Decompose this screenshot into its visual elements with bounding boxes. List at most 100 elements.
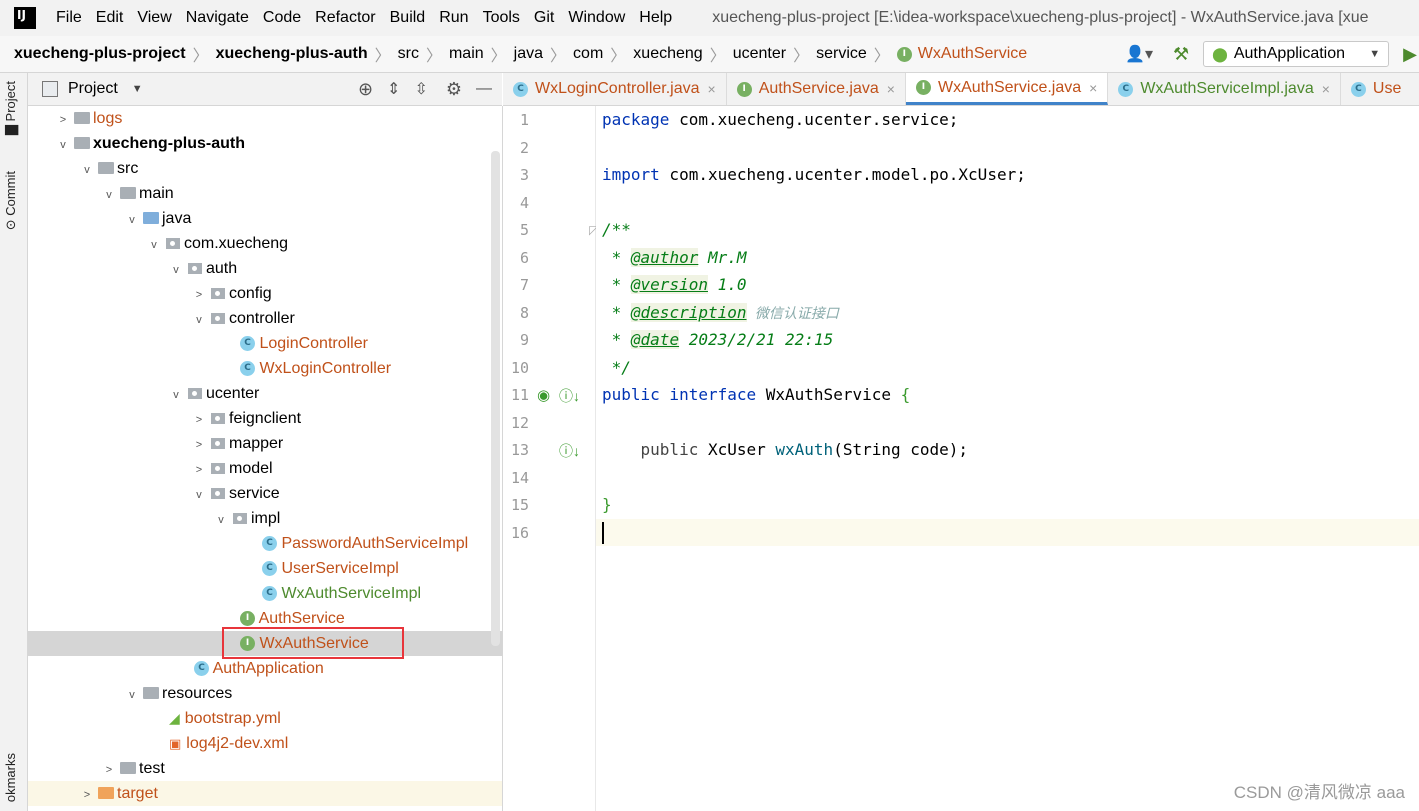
chevron-down-icon[interactable]: v xyxy=(214,508,228,533)
window-title: xuecheng-plus-project [E:\idea-workspace… xyxy=(712,9,1369,26)
locate-icon[interactable]: ⊕ xyxy=(358,79,373,100)
run-icon[interactable]: ▶ xyxy=(1403,44,1417,65)
breadcrumb-file[interactable]: WxAuthService xyxy=(918,45,1027,63)
chevron-down-icon[interactable]: v xyxy=(125,683,139,708)
chevron-down-icon[interactable]: v xyxy=(147,233,161,258)
tab-wx-login-controller[interactable]: C WxLoginController.java × xyxy=(503,73,727,105)
menu-refactor[interactable]: Refactor xyxy=(315,9,375,27)
chevron-down-icon[interactable]: v xyxy=(169,258,183,283)
project-view-select[interactable]: Project xyxy=(68,80,118,98)
package-icon xyxy=(211,488,225,499)
tree-node-config[interactable]: > config xyxy=(28,281,502,306)
tab-user[interactable]: C Use xyxy=(1341,73,1411,105)
tree-node-feignclient[interactable]: > feignclient xyxy=(28,406,502,431)
commit-tool-tab[interactable]: ⊙ Commit xyxy=(3,171,18,230)
breadcrumb-com[interactable]: com xyxy=(573,45,603,63)
tree-node-java[interactable]: v java xyxy=(28,206,502,231)
breadcrumb-service[interactable]: service xyxy=(816,45,867,63)
implemented-icon[interactable]: ◉ xyxy=(537,386,550,404)
tree-node-password-auth-service-impl[interactable]: C PasswordAuthServiceImpl xyxy=(28,531,502,556)
user-account-icon[interactable]: 👤▾ xyxy=(1125,44,1153,64)
tree-node-wx-auth-service-impl[interactable]: C WxAuthServiceImpl xyxy=(28,581,502,606)
close-icon[interactable]: × xyxy=(1089,80,1097,96)
chevron-down-icon[interactable]: v xyxy=(125,208,139,233)
breadcrumb-ucenter[interactable]: ucenter xyxy=(733,45,786,63)
chevron-down-icon[interactable]: v xyxy=(192,483,206,508)
menu-file[interactable]: File xyxy=(56,9,82,27)
tree-node-logs[interactable]: > logs xyxy=(28,106,502,131)
chevron-down-icon[interactable]: v xyxy=(80,158,94,183)
breadcrumb-main[interactable]: main xyxy=(449,45,484,63)
class-icon: C xyxy=(262,561,277,577)
chevron-down-icon[interactable]: v xyxy=(56,133,70,158)
chevron-right-icon[interactable]: > xyxy=(192,283,206,308)
menu-build[interactable]: Build xyxy=(390,9,426,27)
tree-node-module[interactable]: v xuecheng-plus-auth xyxy=(28,131,502,156)
tree-node-bootstrap-yml[interactable]: ◢ bootstrap.yml xyxy=(28,706,502,731)
collapse-all-icon[interactable]: ⇳ xyxy=(414,79,427,99)
go-to-implementation-icon[interactable]: ⓘ↓ xyxy=(559,441,580,461)
menu-git[interactable]: Git xyxy=(534,9,554,27)
chevron-right-icon[interactable]: > xyxy=(192,408,206,433)
menu-window[interactable]: Window xyxy=(568,9,625,27)
code-editor[interactable]: package com.xuecheng.ucenter.service; im… xyxy=(596,106,1419,811)
project-tool-tab[interactable]: ▇ Project xyxy=(3,81,18,135)
run-configuration-select[interactable]: ⬤ AuthApplication ▼ xyxy=(1203,41,1390,67)
hide-panel-icon[interactable]: — xyxy=(476,80,492,98)
tree-node-mapper[interactable]: > mapper xyxy=(28,431,502,456)
expand-all-icon[interactable]: ⇕ xyxy=(387,79,400,99)
tab-wx-auth-service-impl[interactable]: C WxAuthServiceImpl.java × xyxy=(1108,73,1341,105)
chevron-right-icon[interactable]: > xyxy=(192,458,206,483)
close-icon[interactable]: × xyxy=(708,81,716,97)
tree-node-controller[interactable]: v controller xyxy=(28,306,502,331)
tree-node-log4j2-dev-xml[interactable]: ▣ log4j2-dev.xml xyxy=(28,731,502,756)
tree-node-auth-application[interactable]: C AuthApplication xyxy=(28,656,502,681)
menu-help[interactable]: Help xyxy=(639,9,672,27)
tree-node-login-controller[interactable]: C LoginController xyxy=(28,331,502,356)
tree-node-model[interactable]: > model xyxy=(28,456,502,481)
tree-node-src[interactable]: v src xyxy=(28,156,502,181)
tab-auth-service[interactable]: I AuthService.java × xyxy=(727,73,906,105)
package-icon xyxy=(211,413,225,424)
tree-node-service[interactable]: v service xyxy=(28,481,502,506)
tree-node-main[interactable]: v main xyxy=(28,181,502,206)
tree-node-auth[interactable]: v auth xyxy=(28,256,502,281)
breadcrumb-xuecheng[interactable]: xuecheng xyxy=(633,45,702,63)
chevron-down-icon[interactable]: v xyxy=(169,383,183,408)
breadcrumb-java[interactable]: java xyxy=(514,45,543,63)
tab-wx-auth-service[interactable]: I WxAuthService.java × xyxy=(905,73,1109,105)
chevron-right-icon[interactable]: > xyxy=(56,108,70,133)
tree-node-impl[interactable]: v impl xyxy=(28,506,502,531)
close-icon[interactable]: × xyxy=(1322,81,1330,97)
tree-node-com-xuecheng[interactable]: v com.xuecheng xyxy=(28,231,502,256)
tree-scrollbar[interactable] xyxy=(491,151,500,646)
chevron-right-icon[interactable]: > xyxy=(102,758,116,783)
breadcrumb-module[interactable]: xuecheng-plus-auth xyxy=(216,45,368,63)
tree-node-wx-login-controller[interactable]: C WxLoginController xyxy=(28,356,502,381)
breadcrumb-project[interactable]: xuecheng-plus-project xyxy=(14,45,186,63)
tree-node-test[interactable]: > test xyxy=(28,756,502,781)
chevron-down-icon[interactable]: v xyxy=(102,183,116,208)
bookmarks-tool-tab[interactable]: okmarks xyxy=(3,753,18,802)
menu-view[interactable]: View xyxy=(137,9,171,27)
tree-node-ucenter[interactable]: v ucenter xyxy=(28,381,502,406)
chevron-down-icon[interactable]: v xyxy=(192,308,206,333)
menu-edit[interactable]: Edit xyxy=(96,9,124,27)
chevron-right-icon[interactable]: > xyxy=(192,433,206,458)
menu-code[interactable]: Code xyxy=(263,9,301,27)
gear-icon[interactable]: ⚙ xyxy=(446,79,462,100)
breadcrumb-src[interactable]: src xyxy=(398,45,419,63)
tree-node-user-service-impl[interactable]: C UserServiceImpl xyxy=(28,556,502,581)
chevron-down-icon[interactable]: ▼ xyxy=(132,83,143,95)
menu-run[interactable]: Run xyxy=(439,9,468,27)
code-line-8: * @description 微信认证接口 xyxy=(602,303,839,322)
tree-node-target[interactable]: > target xyxy=(28,781,502,806)
build-hammer-icon[interactable]: ⚒ xyxy=(1173,44,1189,65)
close-icon[interactable]: × xyxy=(887,81,895,97)
go-to-implementation-icon[interactable]: ⓘ↓ xyxy=(559,386,580,406)
chevron-right-icon[interactable]: > xyxy=(80,783,94,808)
line-number: 15 xyxy=(510,496,529,514)
menu-tools[interactable]: Tools xyxy=(483,9,520,27)
menu-navigate[interactable]: Navigate xyxy=(186,9,249,27)
tree-node-resources[interactable]: v resources xyxy=(28,681,502,706)
